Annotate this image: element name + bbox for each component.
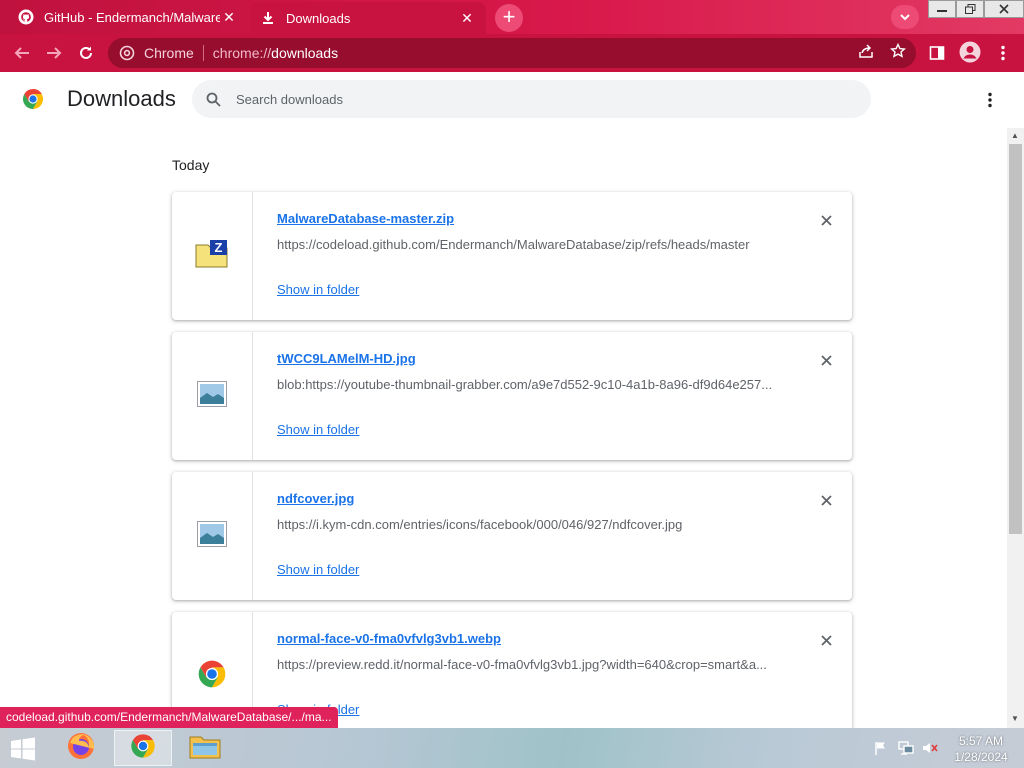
more-actions-icon[interactable]	[980, 88, 1000, 112]
chrome-menu-icon[interactable]	[992, 42, 1014, 64]
tab-downloads[interactable]: Downloads ✕	[250, 2, 486, 34]
download-icon	[260, 10, 276, 26]
scrollbar-thumb[interactable]	[1009, 144, 1022, 534]
chrome-icon	[196, 658, 228, 695]
download-source-url: https://preview.redd.it/normal-face-v0-f…	[277, 657, 767, 672]
link-status-bubble: codeload.github.com/Endermanch/MalwareDa…	[0, 707, 338, 728]
file-icon-column	[172, 472, 253, 600]
download-source-url: https://i.kym-cdn.com/entries/icons/face…	[277, 517, 683, 532]
volume-muted-icon[interactable]	[921, 740, 939, 756]
close-icon[interactable]: ✕	[458, 10, 476, 27]
network-icon[interactable]	[897, 740, 915, 756]
clock-date: 1/28/2024	[954, 750, 1008, 764]
url-text: chrome://downloads	[212, 45, 339, 61]
new-tab-button[interactable]: +	[495, 4, 523, 32]
page-scrollbar[interactable]: ▲ ▼	[1007, 128, 1024, 728]
download-item: ndfcover.jpg https://i.kym-cdn.com/entri…	[172, 472, 852, 600]
remove-icon[interactable]	[816, 490, 836, 510]
taskbar-file-explorer[interactable]	[176, 730, 234, 766]
tab-github[interactable]: GitHub - Endermanch/MalwareDatabase ✕	[8, 2, 248, 32]
page-title: Downloads	[67, 86, 176, 111]
folder-icon	[189, 732, 221, 765]
download-item: Z MalwareDatabase-master.zip https://cod…	[172, 192, 852, 320]
scroll-up-icon[interactable]: ▲	[1011, 131, 1019, 140]
svg-text:Z: Z	[215, 240, 223, 255]
search-icon	[204, 90, 222, 108]
download-source-url: blob:https://youtube-thumbnail-grabber.c…	[277, 377, 773, 392]
download-source-url: https://codeload.github.com/Endermanch/M…	[277, 237, 750, 252]
clock-time: 5:57 AM	[958, 734, 1004, 748]
search-box[interactable]	[192, 80, 871, 118]
side-panel-icon[interactable]	[926, 42, 948, 64]
windows-start-button[interactable]	[6, 735, 40, 763]
date-section-label: Today	[172, 157, 210, 173]
action-center-flag-icon[interactable]	[872, 740, 890, 756]
download-file-link[interactable]: MalwareDatabase-master.zip	[277, 211, 454, 226]
forward-button[interactable]	[41, 40, 67, 66]
firefox-icon	[66, 731, 96, 766]
tab-search-button[interactable]	[891, 5, 919, 29]
back-button[interactable]	[9, 40, 35, 66]
remove-icon[interactable]	[816, 210, 836, 230]
reload-button[interactable]	[73, 40, 99, 66]
taskbar-chrome[interactable]	[114, 730, 172, 766]
show-in-folder-link[interactable]: Show in folder	[277, 422, 359, 437]
show-in-folder-link[interactable]: Show in folder	[277, 282, 359, 297]
file-icon-column	[172, 332, 253, 460]
remove-icon[interactable]	[816, 350, 836, 370]
tab-strip: GitHub - Endermanch/MalwareDatabase ✕ Do…	[0, 0, 1024, 34]
downloads-list: Today Z MalwareDatabase-master.zip https…	[0, 128, 1007, 728]
chrome-logo-icon	[21, 87, 45, 111]
taskbar-firefox[interactable]	[52, 730, 110, 766]
download-file-link[interactable]: tWCC9LAMelM-HD.jpg	[277, 351, 416, 366]
chrome-site-icon	[118, 44, 136, 62]
zip-file-icon: Z	[195, 239, 229, 274]
github-icon	[18, 9, 34, 25]
site-chip: Chrome	[144, 45, 194, 61]
address-bar[interactable]: Chrome chrome://downloads	[108, 38, 916, 68]
share-icon[interactable]	[855, 40, 877, 62]
minimize-button[interactable]	[928, 0, 956, 18]
image-file-icon	[197, 380, 227, 412]
bookmark-star-icon[interactable]	[887, 40, 909, 62]
download-item: tWCC9LAMelM-HD.jpg blob:https://youtube-…	[172, 332, 852, 460]
omnibox-divider	[202, 45, 204, 61]
search-downloads-input[interactable]	[236, 91, 836, 107]
file-icon-column: Z	[172, 192, 253, 320]
restore-button[interactable]	[956, 0, 984, 18]
scroll-down-icon[interactable]: ▼	[1011, 714, 1019, 723]
chrome-icon	[129, 732, 157, 765]
tab-title: GitHub - Endermanch/MalwareDatabase	[44, 9, 220, 25]
tab-title: Downloads	[286, 10, 351, 26]
close-icon[interactable]: ✕	[220, 9, 238, 26]
download-file-link[interactable]: ndfcover.jpg	[277, 491, 354, 506]
download-file-link[interactable]: normal-face-v0-fma0vfvlg3vb1.webp	[277, 631, 501, 646]
remove-icon[interactable]	[816, 630, 836, 650]
downloads-header: Downloads	[0, 72, 1024, 128]
browser-toolbar: Chrome chrome://downloads	[0, 34, 1024, 72]
profile-avatar[interactable]	[958, 40, 982, 64]
image-file-icon	[197, 520, 227, 552]
window-close-button[interactable]	[984, 0, 1024, 18]
show-in-folder-link[interactable]: Show in folder	[277, 562, 359, 577]
system-clock[interactable]: 5:57 AM 1/28/2024	[950, 733, 1012, 765]
windows-taskbar: 5:57 AM 1/28/2024	[0, 728, 1024, 768]
